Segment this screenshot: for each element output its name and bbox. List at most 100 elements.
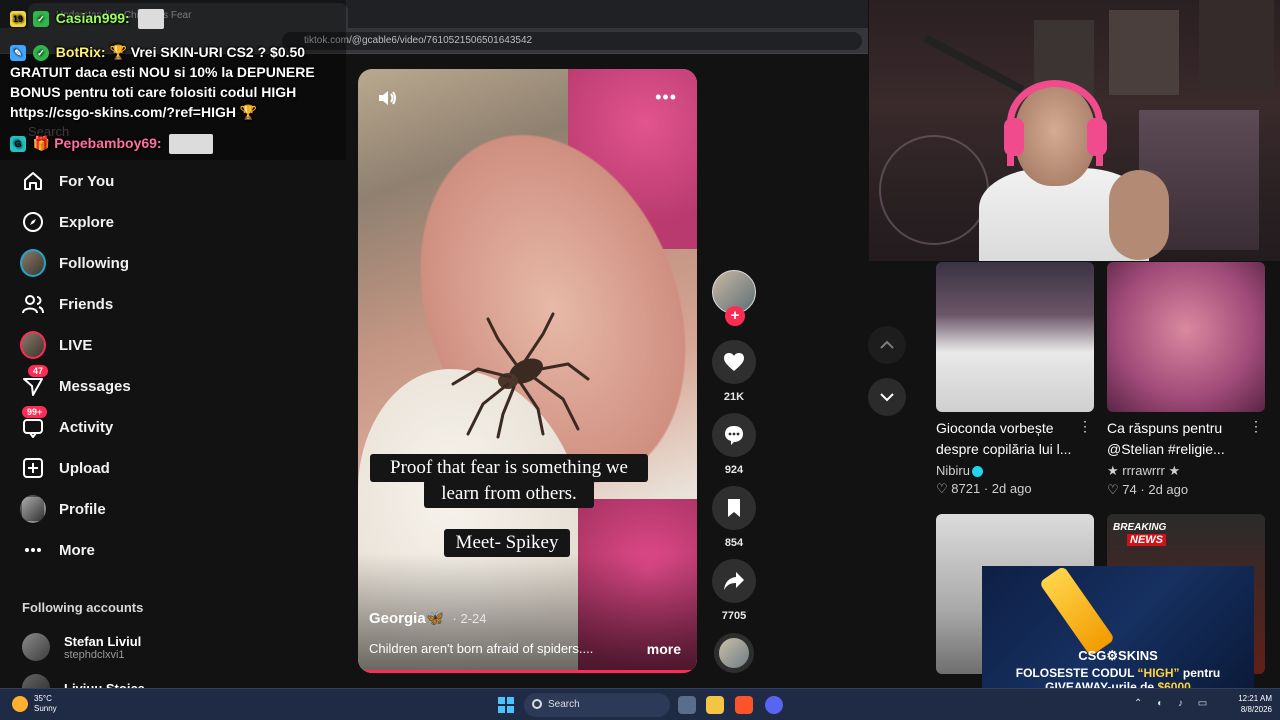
sidebar-item-label: LIVE	[59, 336, 93, 354]
comment-button[interactable]	[712, 413, 756, 457]
sponsor-ad: CSG⚙SKINS FOLOSESTE CODUL “HIGH” pentru …	[982, 566, 1254, 696]
like-button[interactable]	[712, 340, 756, 384]
sidebar-item-friends[interactable]: Friends	[20, 291, 113, 317]
card-author[interactable]: Nibiru	[936, 463, 1094, 478]
card-meta: ♡ 74 · 2d ago	[1107, 482, 1265, 498]
chat-username: BotRix:	[55, 44, 106, 60]
windows-start-icon[interactable]	[498, 697, 514, 713]
headset-graphic	[1004, 118, 1024, 156]
friends-icon	[20, 291, 46, 317]
webcam-detail	[879, 135, 989, 245]
search-icon	[532, 699, 542, 709]
heart-outline-icon: ♡	[1107, 482, 1119, 497]
video-caption-tag: Meet- Spikey	[444, 529, 570, 557]
discord-icon[interactable]	[765, 696, 783, 714]
clock-date: 8/8/2026	[1240, 705, 1272, 714]
taskbar: 35°C Sunny Search ⌃ ◐ ♪ ▭ 12:21 AM 8/8/2…	[0, 688, 1280, 720]
card-likes: 8721	[951, 481, 981, 496]
address-bar[interactable]: tiktok.com/@gcable6/video/76105215065016…	[282, 32, 862, 50]
card-separator: ·	[983, 481, 989, 496]
card-date: 2d ago	[991, 481, 1032, 496]
card-separator: ·	[1140, 482, 1145, 497]
heart-icon	[724, 353, 744, 371]
sidebar-item-more[interactable]: More	[20, 537, 95, 563]
verified-icon	[971, 466, 983, 478]
sidebar-item-activity[interactable]: 99+ Activity	[20, 406, 114, 440]
messages-badge: 47	[28, 365, 49, 377]
sidebar-item-following[interactable]: Following	[20, 249, 129, 277]
chat-message: ✎ ✓ BotRix: 🏆 Vrei SKIN-URI CS2 ? $0.50 …	[10, 42, 340, 122]
more-link[interactable]: more	[647, 641, 681, 657]
video-caption-line: learn from others.	[441, 483, 577, 504]
sidebar-item-upload[interactable]: Upload	[20, 455, 110, 481]
follow-button[interactable]: +	[725, 306, 745, 326]
video-caption-line: Proof that fear is something we	[390, 457, 628, 478]
following-accounts-title: Following accounts	[22, 600, 144, 615]
clock[interactable]: 12:21 AM 8/8/2026	[1226, 693, 1272, 715]
video-author[interactable]: Georgia🦋 · 2-24	[369, 609, 487, 627]
activity-icon: 99+	[20, 406, 48, 440]
task-view-icon[interactable]	[678, 696, 696, 714]
video-thumbnail	[936, 262, 1094, 412]
taskbar-search[interactable]: Search	[524, 693, 670, 717]
card-title: Ca răspuns pentru @Stelian #religie...	[1107, 420, 1225, 457]
following-account[interactable]: Stefan Liviul stephdclxvi1	[22, 633, 141, 661]
brave-browser-icon[interactable]	[735, 696, 753, 714]
sidebar-item-live[interactable]: LIVE	[20, 331, 93, 359]
sidebar-item-label: Profile	[59, 500, 106, 518]
video-player[interactable]: ••• Proof that fear is something we lear…	[358, 69, 697, 673]
chat-username: Casian999:	[55, 10, 130, 26]
trophy-icon: 🏆	[239, 104, 258, 120]
system-tray[interactable]: ⌃ ◐ ♪ ▭	[1134, 698, 1213, 709]
ad-text: FOLOSESTE CODUL	[1015, 666, 1135, 680]
save-count: 854	[724, 537, 744, 549]
volume-icon[interactable]	[376, 87, 398, 109]
share-button[interactable]	[712, 559, 756, 603]
sidebar-item-label: Friends	[59, 295, 114, 313]
more-options-icon[interactable]: ⋮	[1249, 418, 1263, 435]
chevron-up-icon	[880, 340, 894, 349]
card-author[interactable]: ★ rrrawrrr ★	[1107, 463, 1265, 479]
spider-graphic	[451, 312, 590, 439]
video-caption: learn from others.	[424, 480, 594, 508]
weather-widget[interactable]: 35°C Sunny	[12, 694, 57, 714]
taskbar-search-label: Search	[548, 699, 580, 710]
sidebar-item-label: Explore	[59, 213, 115, 231]
account-handle: stephdclxvi1	[64, 648, 125, 661]
sidebar-item-explore[interactable]: Explore	[20, 209, 114, 235]
more-options-icon[interactable]: ⋮	[1078, 418, 1092, 435]
video-progress-bar[interactable]	[358, 670, 697, 673]
video-caption: Proof that fear is something we	[370, 454, 648, 482]
activity-badge: 99+	[22, 406, 48, 418]
sidebar-item-profile[interactable]: Profile	[20, 495, 106, 523]
ad-brand: CSG⚙SKINS	[1078, 648, 1158, 663]
more-options-icon[interactable]: •••	[655, 87, 677, 108]
avatar	[20, 495, 46, 523]
webcam-person	[1109, 170, 1169, 260]
avatar	[20, 331, 46, 359]
upload-icon	[20, 455, 46, 481]
account-name: Stefan Liviul	[64, 633, 142, 649]
sidebar-item-for-you[interactable]: For You	[20, 168, 114, 194]
file-explorer-icon[interactable]	[706, 696, 724, 714]
ad-line: FOLOSESTE CODUL “HIGH” pentru	[982, 666, 1254, 680]
save-button[interactable]	[712, 486, 756, 530]
ad-text: pentru	[1182, 666, 1221, 680]
recommended-card[interactable]: Ca răspuns pentru @Stelian #religie... ⋮…	[1107, 262, 1265, 498]
recommended-card[interactable]: Gioconda vorbește despre copilăria lui l…	[936, 262, 1094, 497]
share-icon	[724, 572, 744, 590]
card-title: Gioconda vorbește despre copilăria lui l…	[936, 420, 1072, 457]
sidebar-item-label: More	[59, 541, 95, 559]
sidebar-item-label: Activity	[59, 418, 114, 436]
chat-message: 19 ✓ Casian999:	[10, 8, 164, 30]
knife-graphic	[1038, 566, 1116, 657]
chevron-down-icon	[880, 393, 894, 402]
sidebar-item-messages[interactable]: 47 Messages	[20, 365, 131, 399]
webcam-detail	[1199, 0, 1274, 90]
next-video-button[interactable]	[868, 378, 906, 416]
ad-code: “HIGH”	[1137, 666, 1180, 680]
bookmark-icon	[728, 499, 740, 517]
music-disc[interactable]	[714, 633, 754, 673]
sidebar-item-label: Upload	[59, 459, 110, 477]
previous-video-button[interactable]	[868, 326, 906, 364]
